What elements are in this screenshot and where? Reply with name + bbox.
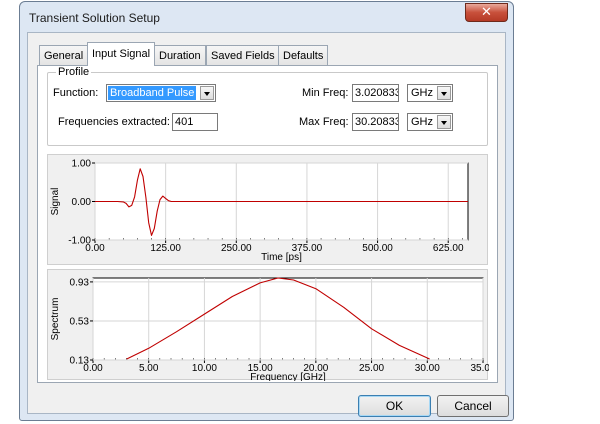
- min-freq-unit-value: GHz: [411, 87, 433, 99]
- max-freq-unit-value: GHz: [411, 116, 433, 128]
- cancel-button[interactable]: Cancel: [437, 395, 509, 417]
- tab-general[interactable]: General: [39, 45, 89, 65]
- x-tick-label: 30.00: [415, 363, 440, 374]
- window-title: Transient Solution Setup: [29, 11, 160, 25]
- profile-group-label: Profile: [56, 66, 92, 78]
- x-tick-label: 35.00: [470, 363, 489, 374]
- close-icon: ✕: [481, 5, 492, 20]
- signal-chart: 0.00 125.00 250.00 375.00 500.00 625.00-1.000…: [50, 159, 469, 263]
- tab-input-signal[interactable]: Input Signal: [87, 42, 156, 66]
- x-tick-label: 25.00: [359, 363, 384, 374]
- x-axis-label: Frequency [GHz]: [250, 372, 326, 381]
- spectrum-plot-panel: 0.005.0010.0015.0020.0025.0030.0035.000.…: [47, 269, 489, 381]
- signal-plot-panel: 0.00 125.00 250.00 375.00 500.00 625.00 -1.00 0…: [47, 154, 488, 265]
- y-tick-label: -1.00: [68, 236, 91, 247]
- title-bar[interactable]: Transient Solution Setup ✕: [20, 2, 513, 32]
- ok-button[interactable]: OK: [358, 395, 431, 417]
- tab-duration[interactable]: Duration: [154, 45, 206, 65]
- max-freq-input[interactable]: 30.20833: [352, 113, 399, 131]
- chevron-down-icon[interactable]: [437, 115, 451, 129]
- x-tick-label: 10.00: [192, 363, 217, 374]
- dialog-window: Transient Solution Setup ✕ General Input…: [19, 1, 514, 421]
- dialog-client-area: General Input Signal Duration Saved Fiel…: [27, 32, 509, 417]
- y-tick-label: 0.13: [70, 356, 90, 367]
- y-axis-label: Signal: [50, 188, 61, 216]
- x-tick-label: 625.00: [433, 243, 464, 254]
- function-select[interactable]: Broadband Pulse: [106, 84, 216, 102]
- y-tick-label: 0.00: [72, 197, 92, 208]
- y-tick-label: 0.93: [70, 277, 90, 288]
- y-tick-label: 1.00: [72, 159, 92, 170]
- input-signal-page: Profile Function: Broadband Pulse Freque…: [37, 65, 498, 383]
- x-tick-label: 500.00: [362, 243, 393, 254]
- chevron-down-icon[interactable]: [200, 86, 214, 100]
- min-freq-label: Min Freq:: [302, 87, 349, 99]
- y-tick-label: 0.53: [70, 316, 90, 327]
- min-freq-unit-select[interactable]: GHz: [407, 84, 453, 102]
- x-tick-label: 250.00: [221, 243, 252, 254]
- function-value: Broadband Pulse: [108, 86, 197, 100]
- max-freq-label: Max Freq:: [299, 116, 349, 128]
- chevron-down-icon[interactable]: [437, 86, 451, 100]
- max-freq-unit-select[interactable]: GHz: [407, 113, 453, 131]
- y-axis-label: Spectrum: [50, 298, 61, 341]
- x-tick-label: 125.00: [150, 243, 181, 254]
- frequencies-extracted-input[interactable]: 401: [172, 113, 218, 131]
- close-button[interactable]: ✕: [465, 3, 508, 22]
- x-tick-label: 5.00: [139, 363, 159, 374]
- min-freq-input[interactable]: 3.020833: [352, 84, 399, 102]
- profile-group: Profile Function: Broadband Pulse Freque…: [47, 66, 488, 146]
- spectrum-chart: 0.005.0010.0015.0020.0025.0030.0035.000.…: [50, 277, 489, 381]
- frequencies-extracted-label: Frequencies extracted:: [58, 116, 170, 128]
- function-label: Function:: [53, 87, 99, 99]
- plot-area: [92, 277, 484, 361]
- tab-saved-fields[interactable]: Saved Fields: [206, 45, 280, 65]
- tab-defaults[interactable]: Defaults: [278, 45, 329, 65]
- x-axis-label: Time [ps]: [261, 252, 302, 263]
